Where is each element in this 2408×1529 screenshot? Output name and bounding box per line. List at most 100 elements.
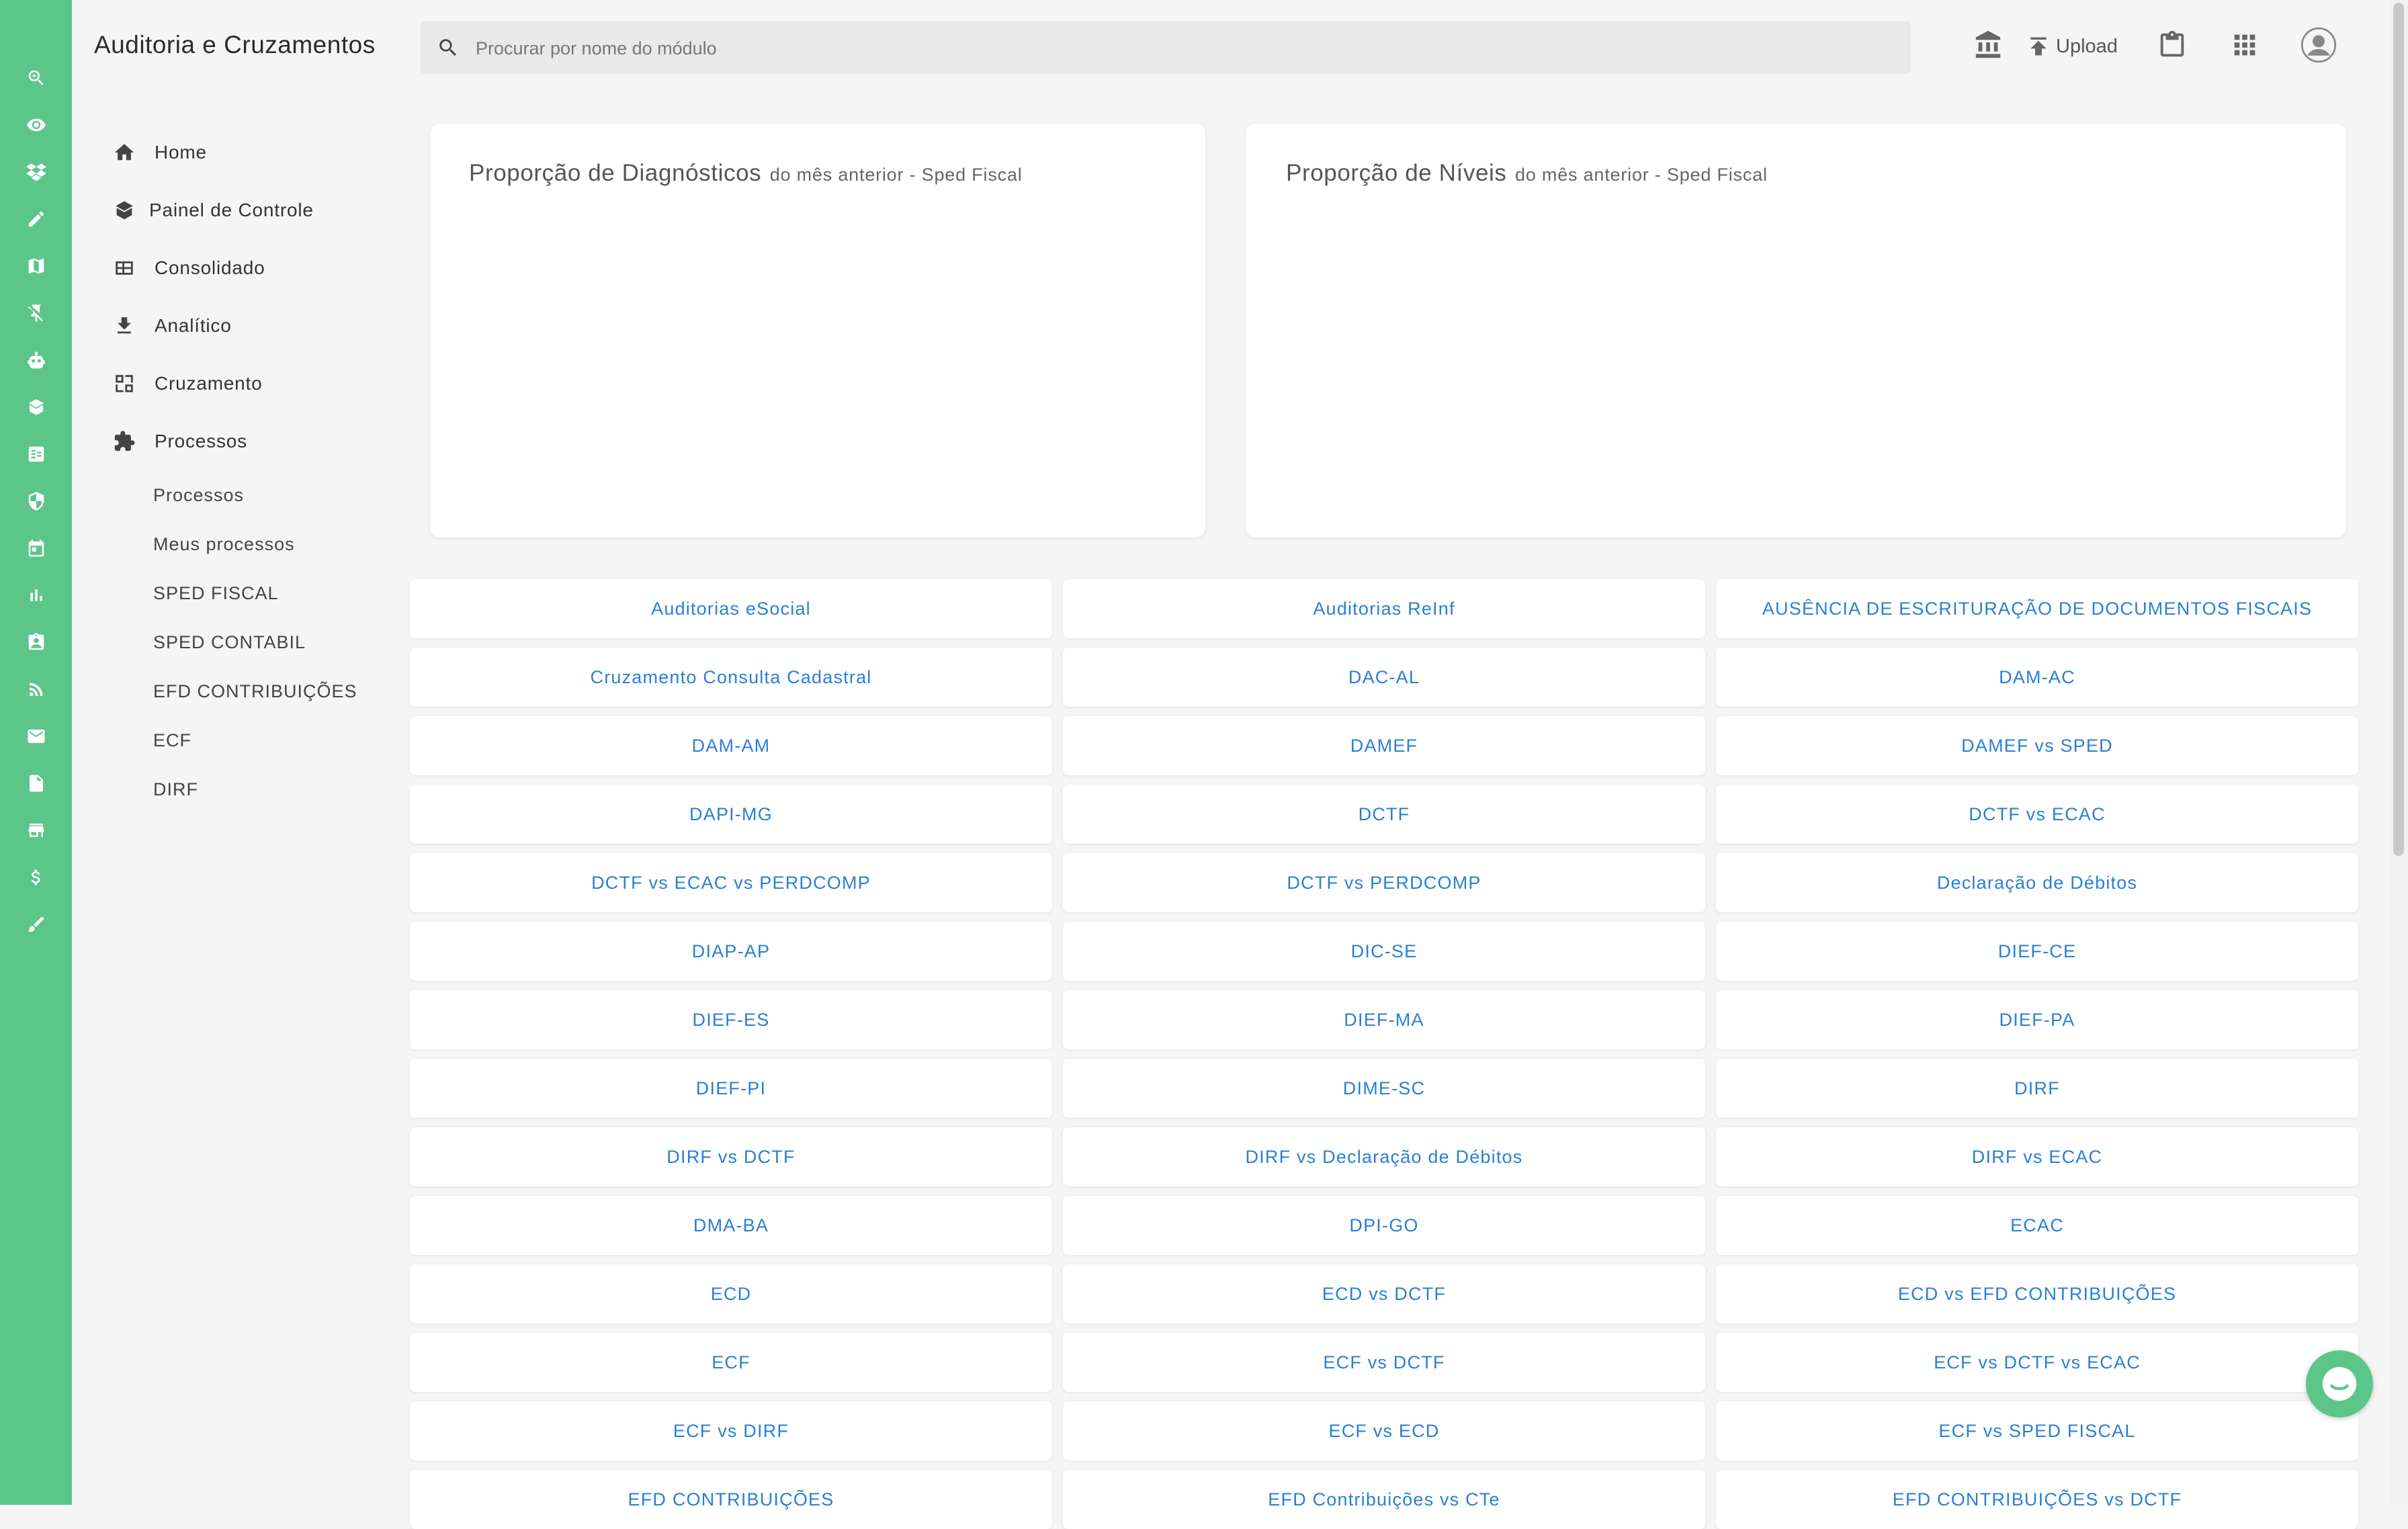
crossing-icon: [116, 375, 133, 392]
module-button[interactable]: DAMEF vs SPED: [1716, 716, 2358, 775]
sidebar-item-painel-de-controle[interactable]: Painel de Controle: [113, 193, 314, 227]
sidebar-subitem-dirf[interactable]: DIRF: [153, 779, 198, 800]
sidebar-subitem-processos[interactable]: Processos: [153, 485, 244, 506]
search-input[interactable]: [474, 21, 1888, 75]
badge-icon[interactable]: [0, 622, 72, 662]
module-button[interactable]: DCTF vs PERDCOMP: [1063, 853, 1705, 912]
module-button[interactable]: ECD: [410, 1264, 1052, 1323]
app-title: Auditoria e Cruzamentos: [94, 31, 376, 58]
module-button[interactable]: DIC-SE: [1063, 922, 1705, 981]
module-grid: Auditorias eSocial Auditorias ReInf AUSÊNC…: [410, 579, 2361, 1529]
puzzle-icon: [114, 431, 135, 451]
module-button[interactable]: ECF vs DCTF: [1063, 1333, 1705, 1392]
avatar-icon[interactable]: [2300, 27, 2337, 67]
search-bar[interactable]: [421, 21, 1911, 75]
clipboard-icon[interactable]: [2157, 30, 2188, 64]
robot-icon[interactable]: [0, 340, 72, 380]
module-button[interactable]: DAM-AC: [1716, 648, 2358, 707]
upload-button[interactable]: Upload: [2025, 30, 2118, 63]
module-button[interactable]: DIME-SC: [1063, 1059, 1705, 1118]
module-button[interactable]: ECAC: [1716, 1196, 2358, 1255]
levels-proportion-card: Proporção de Níveis do mês anterior - Sp…: [1246, 124, 2346, 537]
module-button[interactable]: DIAP-AP: [410, 922, 1052, 981]
module-button[interactable]: DAM-AM: [410, 716, 1052, 775]
book-icon[interactable]: [0, 387, 72, 427]
sidebar-item-label: Analítico: [155, 315, 232, 336]
card-title: Proporção de Níveis do mês anterior - Sp…: [1286, 160, 1768, 187]
sidebar-subitem-efd-contribuicoes[interactable]: EFD CONTRIBUIÇÕES: [153, 681, 357, 702]
sidebar-item-label: Home: [155, 142, 207, 163]
module-button[interactable]: DPI-GO: [1063, 1196, 1705, 1255]
module-button[interactable]: EFD CONTRIBUIÇÕES vs DCTF: [1716, 1470, 2358, 1529]
module-button[interactable]: DIEF-PA: [1716, 990, 2358, 1049]
module-button[interactable]: DAMEF: [1063, 716, 1705, 775]
module-button[interactable]: EFD CONTRIBUIÇÕES: [410, 1470, 1052, 1529]
module-button[interactable]: ECF vs ECD: [1063, 1401, 1705, 1460]
module-button[interactable]: DIRF vs Declaração de Débitos: [1063, 1127, 1705, 1186]
module-button[interactable]: DMA-BA: [410, 1196, 1052, 1255]
module-button[interactable]: Auditorias ReInf: [1063, 579, 1705, 638]
sidebar-item-consolidado[interactable]: Consolidado: [113, 251, 265, 285]
module-button[interactable]: DIEF-PI: [410, 1059, 1052, 1118]
module-button[interactable]: EFD Contribuições vs CTe: [1063, 1470, 1705, 1529]
module-button[interactable]: Cruzamento Consulta Cadastral: [410, 648, 1052, 707]
store-icon[interactable]: [0, 810, 72, 850]
bar-chart-icon[interactable]: [0, 575, 72, 615]
chat-button[interactable]: [2306, 1350, 2373, 1417]
sidebar-item-home[interactable]: Home: [113, 136, 207, 169]
module-button[interactable]: DIRF vs DCTF: [410, 1127, 1052, 1186]
bank-icon[interactable]: [1973, 30, 2004, 64]
module-button[interactable]: ECF vs DIRF: [410, 1401, 1052, 1460]
sidebar-item-cruzamento[interactable]: Cruzamento: [113, 367, 263, 400]
module-button[interactable]: DCTF vs ECAC vs PERDCOMP: [410, 853, 1052, 912]
eye-icon[interactable]: [0, 105, 72, 145]
module-button[interactable]: DIEF-MA: [1063, 990, 1705, 1049]
module-button[interactable]: ECD vs EFD CONTRIBUIÇÕES: [1716, 1264, 2358, 1323]
module-button[interactable]: ECF: [410, 1333, 1052, 1392]
module-button[interactable]: DCTF vs ECAC: [1716, 785, 2358, 844]
module-button[interactable]: ECF vs DCTF vs ECAC: [1716, 1333, 2358, 1392]
home-icon: [114, 144, 134, 161]
card-title-subtitle: do mês anterior - Sped Fiscal: [1514, 165, 1768, 185]
module-button[interactable]: DAPI-MG: [410, 785, 1052, 844]
sidebar-subitem-sped-contabil[interactable]: SPED CONTABIL: [153, 632, 306, 653]
pencil-icon[interactable]: [0, 199, 72, 239]
scrollbar-thumb[interactable]: [2393, 3, 2404, 856]
sidebar-subitem-meus-processos[interactable]: Meus processos: [153, 534, 295, 555]
file-icon[interactable]: [0, 763, 72, 803]
dollar-icon[interactable]: [0, 857, 72, 898]
module-button[interactable]: DCTF: [1063, 785, 1705, 844]
module-button[interactable]: DIRF: [1716, 1059, 2358, 1118]
pin-off-icon[interactable]: [0, 293, 72, 333]
calendar-icon[interactable]: [0, 528, 72, 568]
module-button[interactable]: DAC-AL: [1063, 648, 1705, 707]
map-icon[interactable]: [0, 246, 72, 286]
upload-icon: [2030, 37, 2047, 56]
module-button[interactable]: ECD vs DCTF: [1063, 1264, 1705, 1323]
module-button[interactable]: DIEF-ES: [410, 990, 1052, 1049]
card-title-main: Proporção de Níveis: [1286, 160, 1507, 186]
icon-rail: [0, 0, 72, 1505]
search-icon[interactable]: [0, 58, 72, 98]
card-title-subtitle: do mês anterior - Sped Fiscal: [769, 165, 1023, 185]
sidebar-subitem-sped-fiscal[interactable]: SPED FISCAL: [153, 583, 279, 604]
sidebar-item-analitico[interactable]: Analítico: [113, 309, 232, 343]
module-button[interactable]: DIEF-CE: [1716, 922, 2358, 981]
sidebar-item-label: Painel de Controle: [149, 200, 314, 220]
card-title-main: Proporção de Diagnósticos: [469, 160, 762, 186]
table-icon[interactable]: [0, 434, 72, 474]
module-button[interactable]: DIRF vs ECAC: [1716, 1127, 2358, 1186]
apps-grid-icon[interactable]: [2229, 30, 2260, 64]
sidebar-item-processos[interactable]: Processos: [113, 425, 247, 458]
rss-icon[interactable]: [0, 669, 72, 709]
module-button[interactable]: ECF vs SPED FISCAL: [1716, 1401, 2358, 1460]
brush-icon[interactable]: [0, 904, 72, 945]
mail-icon[interactable]: [0, 716, 72, 756]
sidebar-item-label: Consolidado: [155, 257, 265, 278]
module-button[interactable]: AUSÊNCIA DE ESCRITURAÇÃO DE DOCUMENTOS F…: [1716, 579, 2358, 638]
module-button[interactable]: Declaração de Débitos: [1716, 853, 2358, 912]
shield-icon[interactable]: [0, 481, 72, 521]
dropbox-icon[interactable]: [0, 152, 72, 192]
sidebar-subitem-ecf[interactable]: ECF: [153, 730, 191, 751]
module-button[interactable]: Auditorias eSocial: [410, 579, 1052, 638]
